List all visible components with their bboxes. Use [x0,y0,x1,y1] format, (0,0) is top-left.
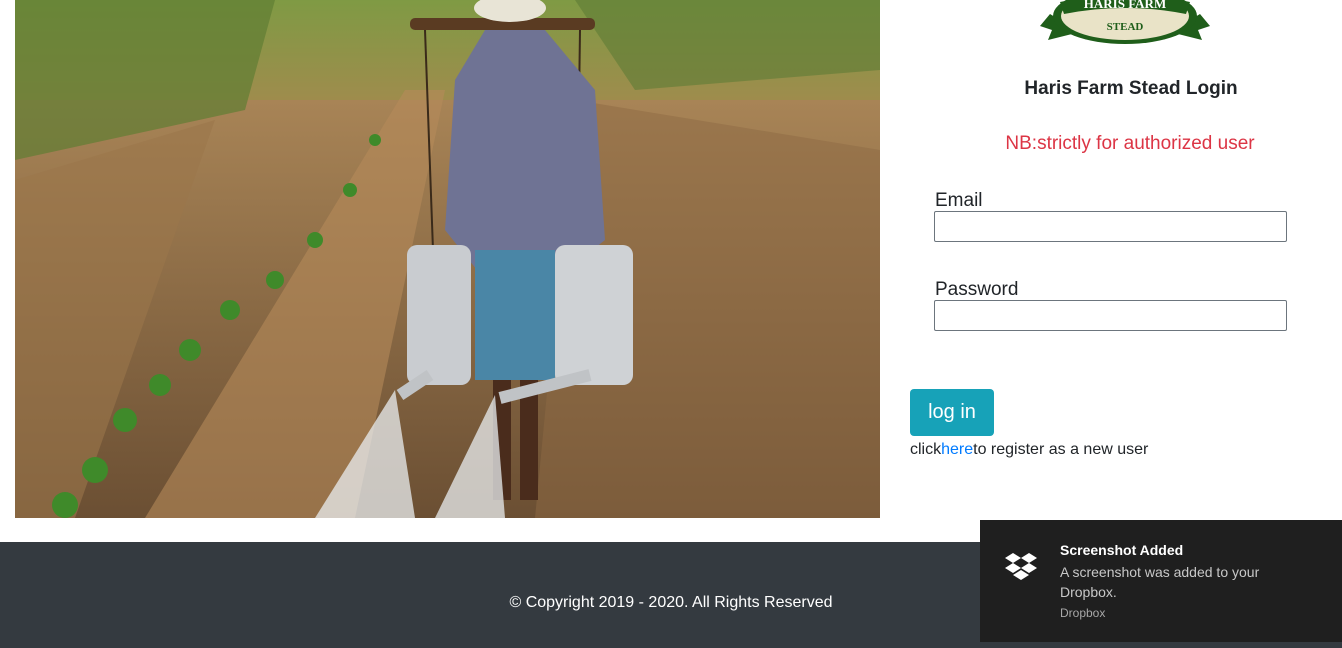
email-label: Email [935,190,983,211]
notification-body: A screenshot was added to your Dropbox. [1060,564,1260,600]
haris-farm-logo: HARIS FARM STEAD [1040,0,1210,48]
notification-source: Dropbox [1060,606,1106,620]
hero-farmer-image [15,0,880,518]
register-suffix: to register as a new user [973,441,1149,458]
login-button[interactable]: log in [910,389,994,436]
password-field[interactable] [934,300,1287,331]
dropbox-icon [1004,552,1038,584]
email-field[interactable] [934,211,1287,242]
logo-text-top: HARIS FARM [1084,0,1166,11]
login-title: Haris Farm Stead Login [1024,78,1238,99]
register-prompt: clickhereto register as a new user [910,441,1148,459]
notification-title: Screenshot Added [1060,542,1184,558]
register-link[interactable]: here [941,441,973,458]
password-label: Password [935,279,1019,300]
register-prefix: click [910,441,942,458]
authorized-user-note: NB:strictly for authorized user [1005,133,1255,154]
logo-text-bottom: STEAD [1107,21,1144,33]
